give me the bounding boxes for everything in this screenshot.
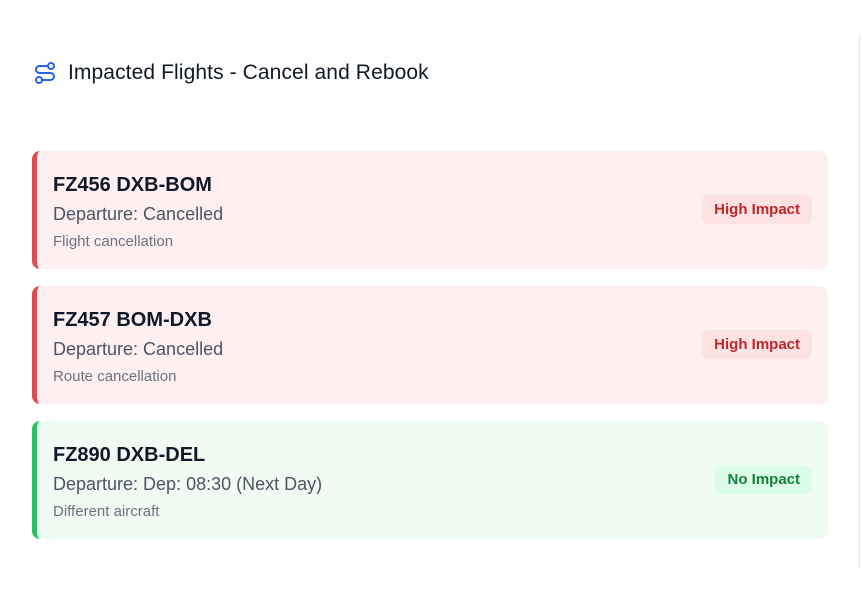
right-divider — [859, 34, 860, 568]
flight-code: FZ890 DXB-DEL — [53, 444, 206, 466]
flight-departure: Departure: Dep: 08:30 (Next Day) — [53, 474, 323, 494]
flight-info: FZ457 BOM-DXB Departure: Cancelled Route… — [53, 306, 812, 386]
flight-card-fz457[interactable]: FZ457 BOM-DXB Departure: Cancelled Route… — [32, 286, 828, 404]
panel-header: Impacted Flights - Cancel and Rebook — [33, 60, 429, 86]
route-icon — [33, 61, 57, 85]
impact-badge: No Impact — [715, 465, 812, 494]
flight-code: FZ456 DXB-BOM — [53, 174, 212, 196]
flight-info: FZ890 DXB-DEL Departure: Dep: 08:30 (Nex… — [53, 441, 812, 521]
flight-code: FZ457 BOM-DXB — [53, 309, 212, 331]
flight-reason: Route cancellation — [53, 368, 177, 385]
flight-departure: Departure: Cancelled — [53, 204, 224, 224]
flight-card-fz890[interactable]: FZ890 DXB-DEL Departure: Dep: 08:30 (Nex… — [32, 421, 828, 539]
flight-card-fz456[interactable]: FZ456 DXB-BOM Departure: Cancelled Fligh… — [32, 151, 828, 269]
impacted-flights-list: FZ456 DXB-BOM Departure: Cancelled Fligh… — [32, 151, 828, 539]
flight-departure: Departure: Cancelled — [53, 339, 224, 359]
impact-badge: High Impact — [702, 195, 812, 224]
impact-badge: High Impact — [702, 330, 812, 359]
flight-info: FZ456 DXB-BOM Departure: Cancelled Fligh… — [53, 171, 812, 251]
flight-reason: Different aircraft — [53, 503, 160, 520]
page-title: Impacted Flights - Cancel and Rebook — [68, 61, 429, 84]
flight-reason: Flight cancellation — [53, 233, 174, 250]
